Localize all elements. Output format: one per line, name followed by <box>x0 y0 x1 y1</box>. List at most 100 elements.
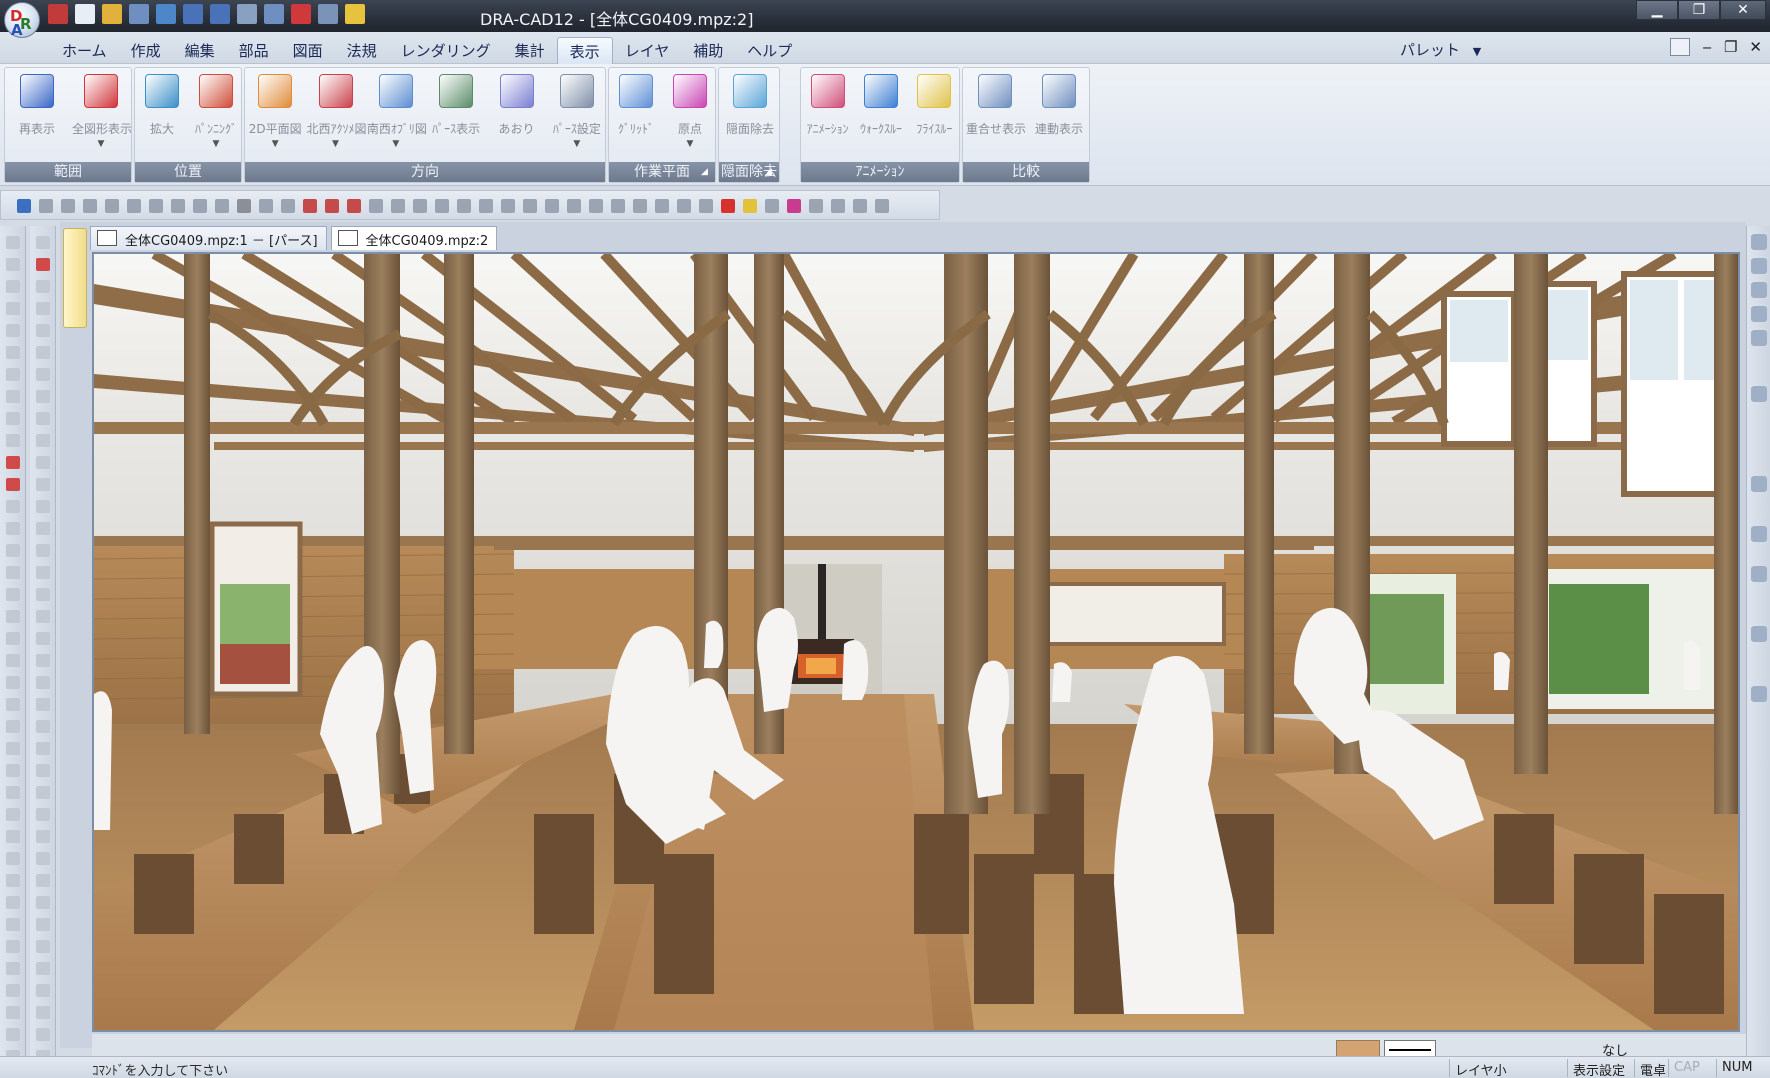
document-tab-1[interactable]: 全体CG0409.mpz:2 <box>330 226 498 250</box>
stop-icon[interactable] <box>291 4 311 24</box>
side-tool-icon[interactable] <box>1751 626 1767 642</box>
draw-tool-icon[interactable] <box>6 676 20 689</box>
tab-6[interactable]: レンダリング <box>389 37 503 65</box>
draw-tool-icon[interactable] <box>6 632 20 645</box>
side-tool-icon[interactable] <box>1751 282 1767 298</box>
tab-3[interactable]: 部品 <box>227 37 281 65</box>
ribbon-button-6-1[interactable]: 連動表示 <box>1030 72 1088 154</box>
ribbon-button-1-1[interactable]: ﾊﾟﾝﾆﾝｸﾞ ▼ <box>187 72 245 154</box>
draw-tool-icon[interactable] <box>6 918 20 931</box>
draw-tool-icon[interactable] <box>36 962 50 975</box>
render-tool-icon[interactable] <box>347 199 361 213</box>
render-tool-icon[interactable] <box>633 199 647 213</box>
tab-11[interactable]: ヘルプ <box>735 37 804 65</box>
draw-tool-icon[interactable] <box>36 830 50 843</box>
draw-tool-icon[interactable] <box>6 896 20 909</box>
status-cell-2[interactable]: 電卓 <box>1640 1060 1666 1078</box>
render-tool-icon[interactable] <box>237 199 251 213</box>
3d-icon[interactable] <box>48 4 68 24</box>
mdi-restore-button[interactable]: ❐ <box>1724 38 1737 56</box>
draw-tool-icon[interactable] <box>36 478 50 491</box>
draw-tool-icon[interactable] <box>36 412 50 425</box>
tab-5[interactable]: 法規 <box>335 37 389 65</box>
mdi-close-button[interactable]: ✕ <box>1749 38 1762 56</box>
draw-tool-icon[interactable] <box>36 258 50 271</box>
ribbon-button-2-1[interactable]: 北西ｱｸｿﾒ図 ▼ <box>307 72 367 154</box>
tab-9[interactable]: レイヤ <box>613 37 682 65</box>
paste-icon[interactable] <box>318 4 338 24</box>
document-tab-0[interactable]: 全体CG0409.mpz:1 － [パース] <box>90 226 327 250</box>
redo-icon[interactable] <box>210 4 230 24</box>
render-tool-icon[interactable] <box>875 199 889 213</box>
draw-tool-icon[interactable] <box>6 1028 20 1041</box>
draw-tool-icon[interactable] <box>36 566 50 579</box>
draw-tool-icon[interactable] <box>6 610 20 623</box>
render-tool-icon[interactable] <box>809 199 823 213</box>
ribbon-button-5-1[interactable]: ｳｫｰｸｽﾙｰ <box>852 72 910 154</box>
ribbon-button-2-5[interactable]: ﾊﾟｰｽ設定 ▼ <box>548 72 606 154</box>
render-tool-icon[interactable] <box>127 199 141 213</box>
draw-tool-icon[interactable] <box>6 478 20 491</box>
render-tool-icon[interactable] <box>105 199 119 213</box>
render-tool-icon[interactable] <box>567 199 581 213</box>
ribbon-button-5-2[interactable]: ﾌﾗｲｽﾙｰ <box>905 72 963 154</box>
dialog-launcher-icon[interactable]: ◢ <box>701 167 713 179</box>
draw-tool-icon[interactable] <box>36 522 50 535</box>
draw-tool-icon[interactable] <box>6 742 20 755</box>
draw-tool-icon[interactable] <box>6 852 20 865</box>
close-button[interactable]: ✕ <box>1720 0 1766 20</box>
tab-2[interactable]: 編集 <box>173 37 227 65</box>
palette-dropdown[interactable]: パレット ▼ <box>1400 39 1481 60</box>
draw-tool-icon[interactable] <box>6 544 20 557</box>
render-tool-icon[interactable] <box>479 199 493 213</box>
draw-tool-icon[interactable] <box>6 874 20 887</box>
tab-1[interactable]: 作成 <box>119 37 173 65</box>
draw-tool-icon[interactable] <box>36 786 50 799</box>
draw-tool-icon[interactable] <box>36 280 50 293</box>
render-tool-icon[interactable] <box>193 199 207 213</box>
side-tool-icon[interactable] <box>1751 306 1767 322</box>
render-tool-icon[interactable] <box>677 199 691 213</box>
draw-tool-icon[interactable] <box>36 698 50 711</box>
command-prompt[interactable]: ｺﾏﾝﾄﾞを入力して下さい <box>92 1060 228 1078</box>
side-tool-icon[interactable] <box>1751 476 1767 492</box>
tab-0[interactable]: ホーム <box>50 37 119 65</box>
draw-tool-icon[interactable] <box>6 720 20 733</box>
draw-tool-icon[interactable] <box>36 434 50 447</box>
render-tool-icon[interactable] <box>787 199 801 213</box>
draw-tool-icon[interactable] <box>36 654 50 667</box>
draw-tool-icon[interactable] <box>36 632 50 645</box>
render-tool-icon[interactable] <box>589 199 603 213</box>
ribbon-button-2-4[interactable]: あおり <box>488 72 546 154</box>
flyout-palette-tab[interactable] <box>63 228 87 328</box>
render-tool-icon[interactable] <box>457 199 471 213</box>
render-tool-icon[interactable] <box>325 199 339 213</box>
draw-tool-icon[interactable] <box>6 830 20 843</box>
render-tool-icon[interactable] <box>171 199 185 213</box>
render-tool-icon[interactable] <box>39 199 53 213</box>
draw-tool-icon[interactable] <box>6 984 20 997</box>
tab-10[interactable]: 補助 <box>681 37 735 65</box>
draw-tool-icon[interactable] <box>6 412 20 425</box>
render-tool-icon[interactable] <box>699 199 713 213</box>
ribbon-button-3-1[interactable]: 原点 ▼ <box>661 72 719 154</box>
render-tool-icon[interactable] <box>545 199 559 213</box>
status-cell-3[interactable]: CAP <box>1674 1060 1700 1075</box>
draw-tool-icon[interactable] <box>36 720 50 733</box>
maximize-button[interactable]: ❐ <box>1678 0 1720 20</box>
ribbon-button-4-0[interactable]: 隠面除去 <box>721 72 779 154</box>
draw-tool-icon[interactable] <box>6 698 20 711</box>
mdi-minimize-button[interactable]: ‒ <box>1702 38 1712 56</box>
render-tool-icon[interactable] <box>501 199 515 213</box>
draw-tool-icon[interactable] <box>6 808 20 821</box>
perspective-viewport[interactable] <box>92 252 1740 1032</box>
ribbon-button-3-0[interactable]: ｸﾞﾘｯﾄﾞ <box>607 72 665 154</box>
status-cell-4[interactable]: NUM <box>1722 1060 1752 1075</box>
tab-8[interactable]: 表示 <box>556 37 613 65</box>
draw-tool-icon[interactable] <box>6 962 20 975</box>
draw-tool-icon[interactable] <box>6 764 20 777</box>
note-icon[interactable] <box>345 4 365 24</box>
draw-tool-icon[interactable] <box>6 346 20 359</box>
draw-tool-icon[interactable] <box>36 1006 50 1019</box>
render-tool-icon[interactable] <box>369 199 383 213</box>
